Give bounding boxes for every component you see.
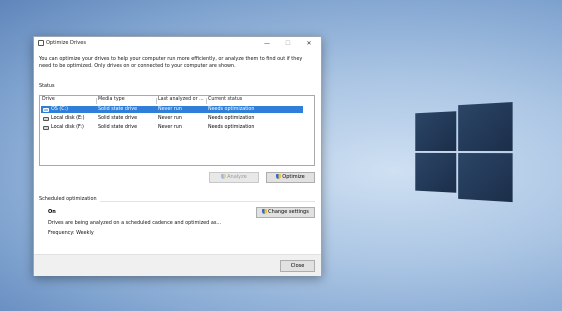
drive-icon [43,125,49,130]
drive-name: Local disk (F:) [51,125,84,130]
drive-name: Local disk (E:) [51,116,85,121]
intro-text: You can optimize your drives to help you… [39,56,303,69]
drive-status: Needs optimization [208,125,255,130]
maximize-button[interactable]: ☐ [281,39,295,48]
windows-logo-icon [415,100,513,203]
defrag-app-icon [38,40,44,46]
drive-icon [43,107,49,112]
column-media-type[interactable]: Media type [98,97,125,102]
change-settings-label: Change settings [268,209,309,215]
optimize-button[interactable]: Optimize [266,172,315,183]
drive-row-e[interactable]: Local disk (E:) Solid state drive Never … [41,115,303,122]
logo-pane-top-right [458,102,513,151]
title-bar[interactable]: Optimize Drives — ☐ ✕ [34,37,321,50]
drive-last-analyzed: Never run [158,125,182,130]
minimize-button[interactable]: — [260,39,274,48]
logo-pane-bottom-right [458,152,513,203]
drive-row-f[interactable]: Local disk (F:) Solid state drive Never … [41,124,303,131]
close-window-button[interactable]: ✕ [302,39,316,48]
uac-shield-icon [262,209,268,214]
drive-media-type: Solid state drive [98,125,138,130]
drive-name: OS (C:) [51,107,69,112]
logo-pane-top-left [415,111,457,151]
uac-shield-icon [221,174,227,179]
optimize-drives-window: Optimize Drives — ☐ ✕ You can optimize y… [33,36,322,276]
uac-shield-icon [276,174,282,179]
close-button[interactable]: Close [280,260,315,272]
drive-last-analyzed: Never run [158,116,182,121]
drive-status: Needs optimization [208,107,255,112]
drive-list[interactable]: Drive Media type Last analyzed or ... Cu… [39,95,315,166]
column-current-status[interactable]: Current status [208,97,242,102]
logo-pane-bottom-left [415,152,457,193]
analyze-button[interactable]: Analyze [209,172,259,183]
dialog-footer [34,254,321,276]
scheduled-section-label: Scheduled optimization [39,196,100,202]
change-settings-button[interactable]: Change settings [256,207,315,218]
optimize-label: Optimize [282,174,305,180]
schedule-frequency: Frequency: Weekly [48,230,94,236]
drive-row-c[interactable]: OS (C:) Solid state drive Never run Need… [41,106,303,113]
drive-list-header: Drive Media type Last analyzed or ... Cu… [40,97,314,105]
status-section-label: Status [39,83,55,89]
drive-last-analyzed: Never run [158,107,182,112]
window-title: Optimize Drives [46,40,86,46]
schedule-state: On [48,209,56,215]
schedule-description: Drives are being analyzed on a scheduled… [48,220,222,226]
column-drive[interactable]: Drive [42,97,55,102]
drive-status: Needs optimization [208,116,255,121]
drive-icon [43,116,49,121]
analyze-label: Analyze [227,174,247,180]
drive-media-type: Solid state drive [98,107,138,112]
column-last-analyzed[interactable]: Last analyzed or ... [158,97,204,102]
drive-media-type: Solid state drive [98,116,138,121]
